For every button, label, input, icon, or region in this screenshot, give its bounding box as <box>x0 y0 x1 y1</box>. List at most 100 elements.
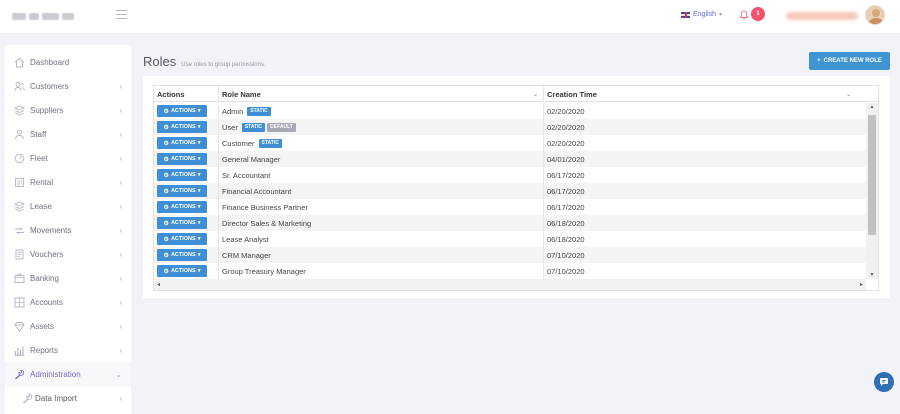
actions-dropdown-button[interactable]: ⚙ ACTIONS ▾ <box>157 105 207 117</box>
scroll-right-icon[interactable]: ▸ <box>860 281 863 288</box>
role-name-cell: Sr. Accountant <box>219 167 544 183</box>
sidebar-item-reports[interactable]: Reports ‹ <box>5 338 131 362</box>
sidebar-item-rental[interactable]: Rental ‹ <box>5 170 131 194</box>
chat-button[interactable] <box>874 372 894 392</box>
sidebar-item-staff[interactable]: Staff ‹ <box>5 122 131 146</box>
create-new-role-button[interactable]: + CREATE NEW ROLE <box>809 52 890 70</box>
sidebar: Dashboard Customers ‹ Suppliers ‹ Staff ‹ Fleet… <box>5 45 131 414</box>
bell-icon[interactable] <box>739 10 749 20</box>
role-name-cell: General Manager <box>219 151 544 167</box>
role-name-cell: Customer STATIC <box>219 135 544 151</box>
gear-icon: ⚙ <box>163 252 169 259</box>
menu-toggle-icon[interactable] <box>116 10 127 19</box>
gear-icon: ⚙ <box>163 204 169 211</box>
sidebar-item-assets[interactable]: Assets ‹ <box>5 314 131 338</box>
chevron-left-icon: ‹ <box>119 273 122 283</box>
actions-label: ACTIONS <box>170 252 196 258</box>
role-name: User <box>222 122 238 132</box>
chevron-left-icon: ‹ <box>119 225 122 235</box>
actions-cell: ⚙ ACTIONS ▾ <box>154 199 219 215</box>
table-row: ⚙ ACTIONS ▾ Admin STATIC 02/20/2020 <box>154 103 866 119</box>
creation-time-cell: 07/10/2020 <box>544 247 866 263</box>
table-row: ⚙ ACTIONS ▾ Group Treasury Manager 07/10/202… <box>154 263 866 279</box>
caret-down-icon: ▾ <box>197 156 201 162</box>
actions-dropdown-button[interactable]: ⚙ ACTIONS ▾ <box>157 265 207 277</box>
actions-dropdown-button[interactable]: ⚙ ACTIONS ▾ <box>157 201 207 213</box>
creation-time: 02/20/2020 <box>547 106 585 116</box>
actions-cell: ⚙ ACTIONS ▾ <box>154 151 219 167</box>
role-name-cell: Financial Accountant <box>219 183 544 199</box>
table-row: ⚙ ACTIONS ▾ Finance Business Partner 06/17/2… <box>154 199 866 215</box>
role-name: Financial Accountant <box>222 186 292 196</box>
actions-dropdown-button[interactable]: ⚙ ACTIONS ▾ <box>157 153 207 165</box>
actions-dropdown-button[interactable]: ⚙ ACTIONS ▾ <box>157 217 207 229</box>
role-name-cell: Group Treasury Manager <box>219 263 544 279</box>
staff-icon <box>14 129 25 140</box>
column-header-role-name[interactable]: Role Name ⌄ <box>219 86 544 102</box>
actions-dropdown-button[interactable]: ⚙ ACTIONS ▾ <box>157 233 207 245</box>
chevron-left-icon: ‹ <box>119 177 122 187</box>
chevron-left-icon: ‹ <box>119 321 122 331</box>
actions-label: ACTIONS <box>170 124 196 130</box>
app-logo[interactable] <box>12 10 74 22</box>
sidebar-item-label: Accounts <box>30 297 63 307</box>
page-header: Roles Use roles to group permissions. <box>143 54 266 69</box>
column-header-creation-time[interactable]: Creation Time ⌄ <box>544 86 878 102</box>
sidebar-item-vouchers[interactable]: Vouchers ‹ <box>5 242 131 266</box>
role-name: Admin <box>222 106 244 116</box>
accounts-icon <box>14 297 25 308</box>
actions-dropdown-button[interactable]: ⚙ ACTIONS ▾ <box>157 185 207 197</box>
scroll-up-icon[interactable]: ▲ <box>866 104 878 110</box>
vouchers-icon <box>14 249 25 260</box>
gear-icon: ⚙ <box>163 188 169 195</box>
sidebar-item-dashboard[interactable]: Dashboard <box>5 50 131 74</box>
caret-down-icon: ▾ <box>197 172 201 178</box>
language-selector[interactable]: English ▾ <box>681 11 722 18</box>
scrollbar-thumb[interactable] <box>868 115 876 235</box>
sidebar-item-fleet[interactable]: Fleet ‹ <box>5 146 131 170</box>
sidebar-item-customers[interactable]: Customers ‹ <box>5 74 131 98</box>
role-name: CRM Manager <box>222 250 271 260</box>
actions-dropdown-button[interactable]: ⚙ ACTIONS ▾ <box>157 137 207 149</box>
table-row: ⚙ ACTIONS ▾ Sr. Accountant 06/17/2020 <box>154 167 866 183</box>
creation-time: 06/17/2020 <box>547 202 585 212</box>
notification-badge[interactable]: 1 <box>751 7 765 21</box>
roles-table: Actions Role Name ⌄ Creation Time ⌄ ⚙ ACT… <box>153 85 879 291</box>
caret-down-icon: ▾ <box>197 220 201 226</box>
sidebar-item-label: Fleet <box>30 153 48 163</box>
caret-down-icon: ▾ <box>197 252 201 258</box>
sidebar-item-data-import[interactable]: Data Import ‹ <box>5 386 131 410</box>
table-row: ⚙ ACTIONS ▾ CRM Manager 07/10/2020 <box>154 247 866 263</box>
actions-label: ACTIONS <box>170 172 196 178</box>
sidebar-item-lease[interactable]: Lease ‹ <box>5 194 131 218</box>
chat-icon <box>880 378 888 386</box>
actions-dropdown-button[interactable]: ⚙ ACTIONS ▾ <box>157 169 207 181</box>
creation-time: 06/17/2020 <box>547 170 585 180</box>
sidebar-item-label: Reports <box>30 345 59 355</box>
sidebar-item-suppliers[interactable]: Suppliers ‹ <box>5 98 131 122</box>
username[interactable] <box>786 12 858 20</box>
scroll-down-icon[interactable]: ▼ <box>866 272 878 278</box>
table-header: Actions Role Name ⌄ Creation Time ⌄ <box>154 86 878 102</box>
sidebar-item-accounts[interactable]: Accounts ‹ <box>5 290 131 314</box>
sidebar-item-banking[interactable]: Banking ‹ <box>5 266 131 290</box>
plus-icon: + <box>817 58 821 64</box>
avatar[interactable] <box>865 5 885 25</box>
creation-time: 06/18/2020 <box>547 234 585 244</box>
sidebar-item-label: Movements <box>30 225 72 235</box>
vertical-scrollbar[interactable]: ▲ ▼ <box>866 103 878 279</box>
sidebar-item-movements[interactable]: Movements ‹ <box>5 218 131 242</box>
creation-time: 07/10/2020 <box>547 250 585 260</box>
column-header-actions: Actions <box>154 86 219 102</box>
role-name: Lease Analyst <box>222 234 269 244</box>
table-row: ⚙ ACTIONS ▾ User STATIC DEFAULT 02/20/2020 <box>154 119 866 135</box>
actions-dropdown-button[interactable]: ⚙ ACTIONS ▾ <box>157 249 207 261</box>
customers-icon <box>14 81 25 92</box>
scroll-left-icon[interactable]: ◂ <box>157 281 160 288</box>
actions-dropdown-button[interactable]: ⚙ ACTIONS ▾ <box>157 121 207 133</box>
chevron-left-icon: ‹ <box>119 81 122 91</box>
movements-icon <box>14 225 25 236</box>
sidebar-item-administration[interactable]: Administration ⌄ <box>5 362 131 386</box>
actions-label: ACTIONS <box>170 204 196 210</box>
horizontal-scrollbar[interactable]: ◂ ▸ <box>154 279 866 290</box>
